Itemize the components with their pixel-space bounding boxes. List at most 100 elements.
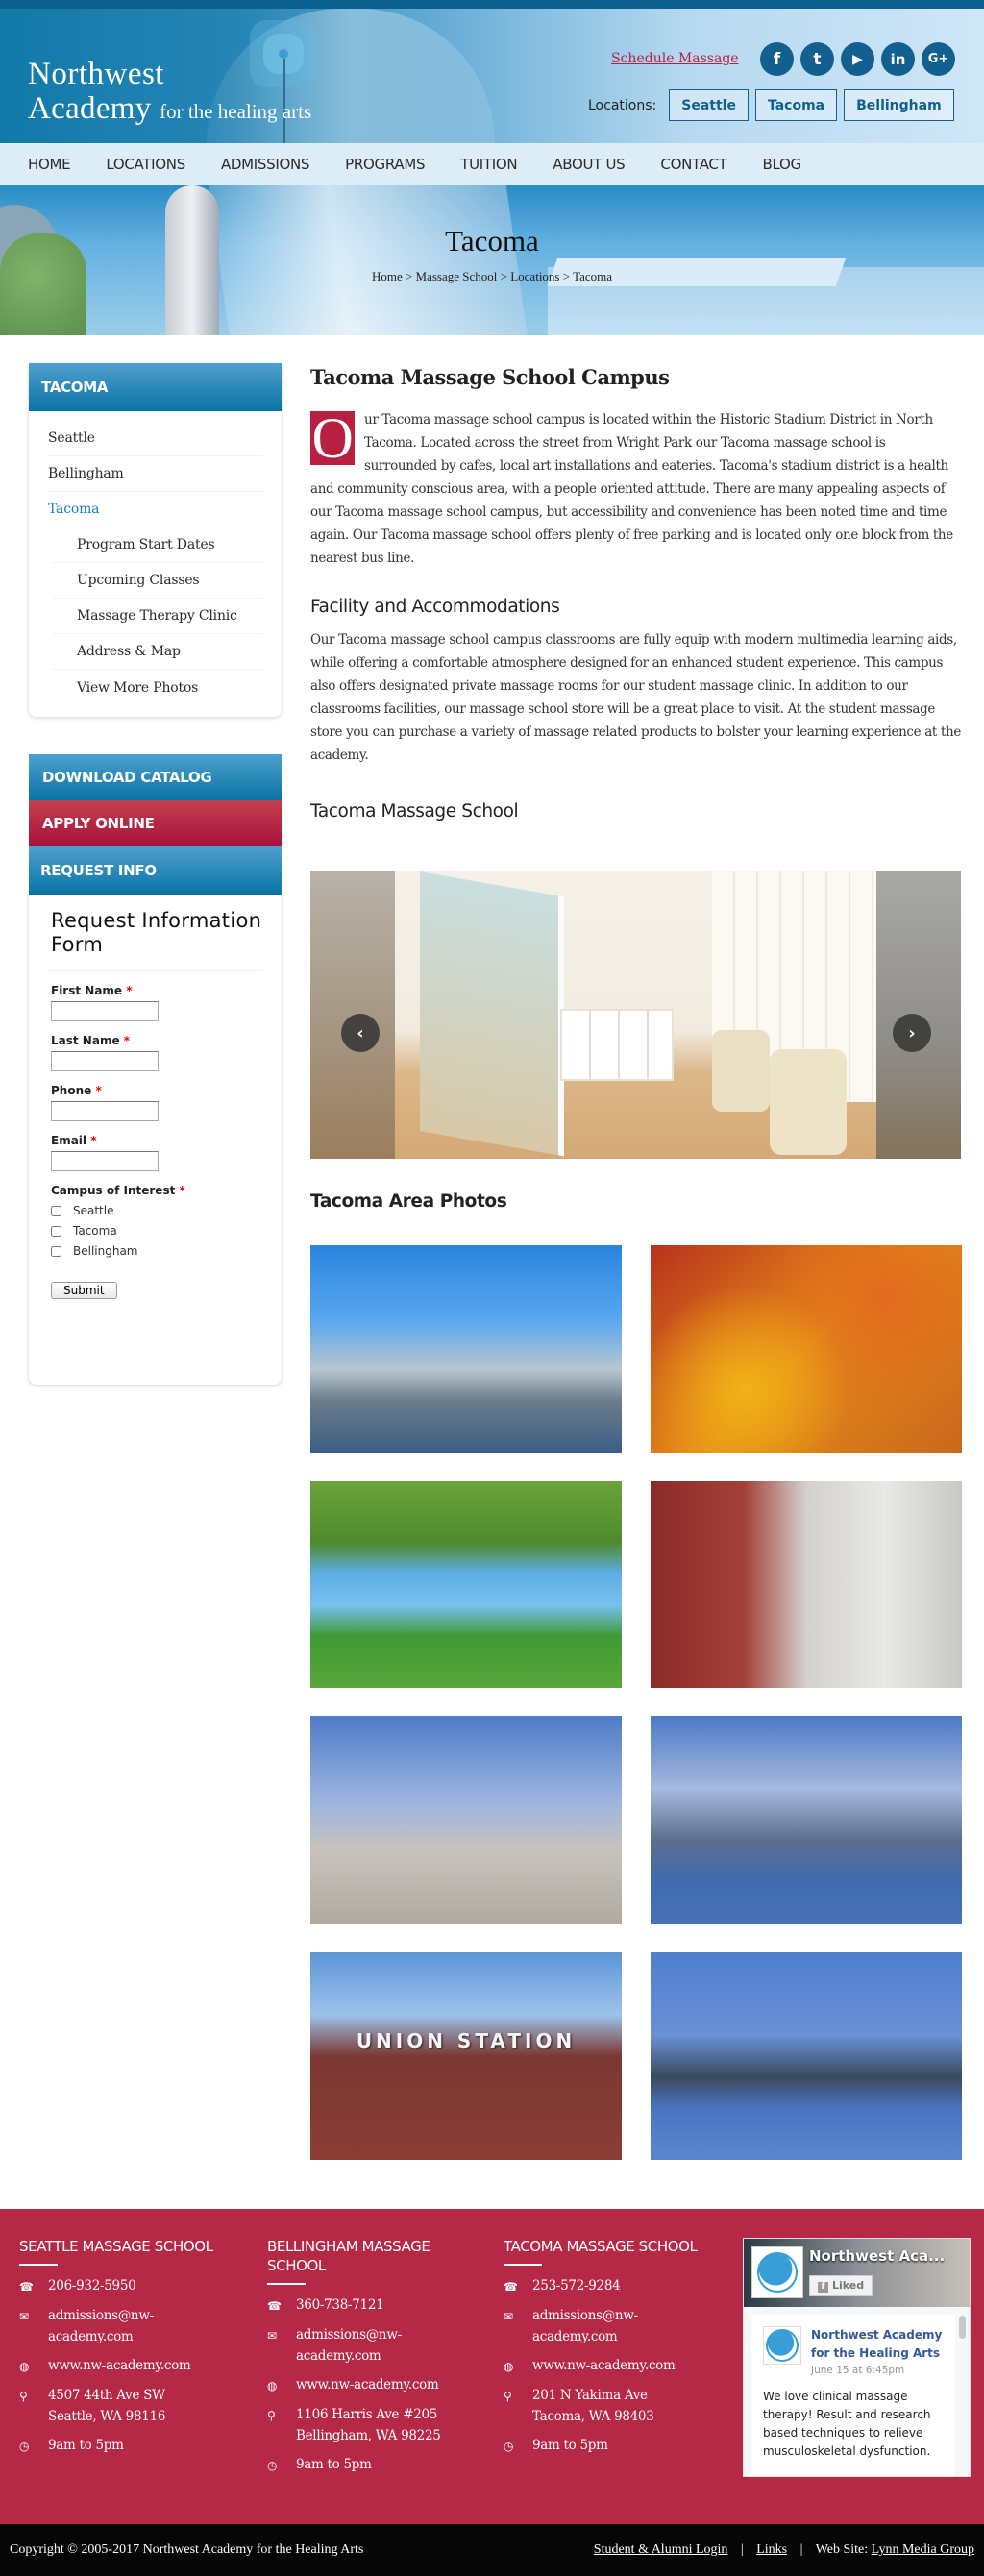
photo-union-station[interactable]: UNION STATION: [310, 1952, 622, 2160]
footer-phone[interactable]: 253-572-9284: [532, 2275, 696, 2297]
nav-tuition[interactable]: TUITION: [460, 156, 517, 173]
separator: |: [740, 2542, 744, 2557]
facebook-scrollbar[interactable]: [959, 2316, 966, 2339]
request-info-button[interactable]: REQUEST INFO: [29, 846, 282, 895]
slider-prev-button[interactable]: ‹: [341, 1014, 380, 1052]
footer-email[interactable]: admissions@nw-academy.com: [296, 2324, 411, 2367]
footer-web[interactable]: www.nw-academy.com: [48, 2355, 211, 2377]
sidebar-list: Seattle Bellingham Tacoma Program Start Dat…: [29, 411, 282, 717]
hero-glass-building: [207, 185, 529, 335]
footer-email[interactable]: admissions@nw-academy.com: [48, 2305, 163, 2347]
facebook-page-logo[interactable]: [751, 2246, 803, 2298]
location-button-seattle[interactable]: Seattle: [669, 89, 749, 121]
campus-checkbox-seattle[interactable]: [51, 1205, 62, 1216]
nav-locations[interactable]: LOCATIONS: [106, 156, 185, 173]
facebook-page-widget[interactable]: Northwest Aca... f Liked Northwest Academ…: [743, 2238, 971, 2477]
heading-underline: [267, 2283, 306, 2285]
nav-blog[interactable]: BLOG: [762, 156, 801, 173]
nav-programs[interactable]: PROGRAMS: [345, 156, 425, 173]
photo-sign-text: UNION STATION: [356, 2029, 577, 2052]
footer-phone-row: ☎ 206-932-5950: [19, 2275, 240, 2297]
location-button-bellingham[interactable]: Bellingham: [844, 89, 954, 121]
facebook-post-avatar[interactable]: [763, 2326, 801, 2365]
twitter-icon[interactable]: t: [800, 42, 834, 76]
photo-old-city-hall-street[interactable]: [651, 1481, 962, 1688]
sidebar-item-view-more-photos[interactable]: View More Photos: [53, 670, 262, 705]
form-fields: First Name * Last Name * Phone * Email *: [48, 984, 262, 1171]
copyright: Copyright © 2005-2017 Northwest Academy …: [10, 2542, 364, 2557]
campus-checkbox-bellingham[interactable]: [51, 1245, 62, 1257]
submit-button[interactable]: Submit: [51, 1282, 117, 1299]
form-title: Request Information Form: [48, 909, 262, 971]
photo-museum-of-glass-kayak[interactable]: [310, 1245, 622, 1453]
schedule-massage-link[interactable]: Schedule Massage: [611, 51, 739, 66]
footer-web-row: ◍ www.nw-academy.com: [504, 2355, 725, 2377]
sidebar-item-program-start-dates[interactable]: Program Start Dates: [53, 527, 262, 563]
photo-chihuly-glass[interactable]: [651, 1245, 962, 1453]
footer-web[interactable]: www.nw-academy.com: [532, 2355, 696, 2377]
linkedin-icon[interactable]: in: [881, 42, 915, 76]
required-mark: *: [95, 1084, 102, 1097]
footer-phone[interactable]: 206-932-5950: [48, 2275, 211, 2297]
sidebar-item-address-map[interactable]: Address & Map: [53, 634, 262, 670]
sidebar-item-massage-therapy-clinic[interactable]: Massage Therapy Clinic: [53, 599, 262, 634]
logo-line2: Academy for the healing arts: [28, 91, 311, 129]
facebook-post-author[interactable]: Northwest Academy for the Healing Arts: [811, 2326, 944, 2363]
apply-online-button[interactable]: APPLY ONLINE: [29, 800, 282, 846]
facebook-cover: Northwest Aca... f Liked: [744, 2239, 970, 2307]
footer-phone[interactable]: 360-738-7121: [296, 2294, 459, 2317]
download-catalog-button[interactable]: DOWNLOAD CATALOG: [29, 754, 282, 800]
site-logo[interactable]: Northwest Academy for the healing arts: [28, 57, 311, 129]
first-name-input[interactable]: [51, 1001, 159, 1021]
photo-tacoma-dome-night[interactable]: [651, 1952, 962, 2160]
sidebar-heading: TACOMA: [29, 363, 282, 411]
nav-admissions[interactable]: ADMISSIONS: [221, 156, 310, 173]
facility-paragraph: Our Tacoma massage school campus classro…: [310, 632, 961, 763]
globe-icon: ◍: [19, 2360, 30, 2373]
campus-option-label: Tacoma: [73, 1224, 117, 1238]
sidebar-item-seattle[interactable]: Seattle: [48, 421, 262, 456]
school-heading: Tacoma Massage School: [310, 801, 519, 822]
clock-icon: ◷: [504, 2440, 514, 2453]
facebook-liked-button[interactable]: f Liked: [809, 2275, 873, 2296]
facebook-icon[interactable]: f: [760, 42, 794, 76]
envelope-icon: ✉: [19, 2310, 29, 2323]
clock-icon: ◷: [19, 2440, 30, 2453]
nav-contact[interactable]: CONTACT: [660, 156, 726, 173]
campus-checkbox-tacoma[interactable]: [51, 1225, 62, 1237]
lynn-media-group-link[interactable]: Lynn Media Group: [872, 2542, 974, 2557]
phone-icon: ☎: [504, 2280, 518, 2294]
page-hero: Tacoma Home > Massage School > Locations…: [0, 185, 984, 335]
sidebar-item-bellingham[interactable]: Bellingham: [48, 456, 262, 492]
campus-option-bellingham[interactable]: Bellingham: [48, 1244, 262, 1258]
heading-underline: [19, 2264, 58, 2266]
photo-glass-columns-plaza[interactable]: [310, 1716, 622, 1924]
address-line1: 201 N Yakima Ave: [532, 2388, 648, 2403]
sidebar-item-tacoma[interactable]: Tacoma: [48, 492, 262, 527]
student-alumni-login-link[interactable]: Student & Alumni Login: [594, 2542, 728, 2557]
youtube-icon[interactable]: ▶: [841, 42, 874, 76]
nav-home[interactable]: HOME: [28, 156, 71, 173]
links-link[interactable]: Links: [756, 2542, 787, 2557]
facebook-post-date[interactable]: June 15 at 6:45pm: [811, 2363, 944, 2378]
campus-option-tacoma[interactable]: Tacoma: [48, 1224, 262, 1238]
email-input[interactable]: [51, 1151, 159, 1171]
photo-marina-bridge[interactable]: [651, 1716, 962, 1924]
slider-next-button[interactable]: ›: [893, 1014, 931, 1052]
campus-photo-slider[interactable]: ‹ ›: [310, 871, 961, 1159]
footer-hours: 9am to 5pm: [296, 2457, 372, 2472]
facebook-page-name[interactable]: Northwest Aca...: [809, 2247, 945, 2265]
location-button-tacoma[interactable]: Tacoma: [754, 89, 838, 121]
footer-web[interactable]: www.nw-academy.com: [296, 2374, 459, 2396]
campus-option-seattle[interactable]: Seattle: [48, 1204, 262, 1217]
photo-park-mount-rainier[interactable]: [310, 1481, 622, 1688]
slide-current: [395, 871, 876, 1159]
footer-email[interactable]: admissions@nw-academy.com: [532, 2305, 648, 2347]
sidebar-item-upcoming-classes[interactable]: Upcoming Classes: [53, 563, 262, 599]
required-mark: *: [90, 1134, 97, 1147]
google-plus-icon[interactable]: G+: [922, 42, 955, 76]
nav-about-us[interactable]: ABOUT US: [553, 156, 625, 173]
last-name-input[interactable]: [51, 1051, 159, 1071]
phone-input[interactable]: [51, 1101, 159, 1121]
required-mark: *: [126, 984, 133, 997]
